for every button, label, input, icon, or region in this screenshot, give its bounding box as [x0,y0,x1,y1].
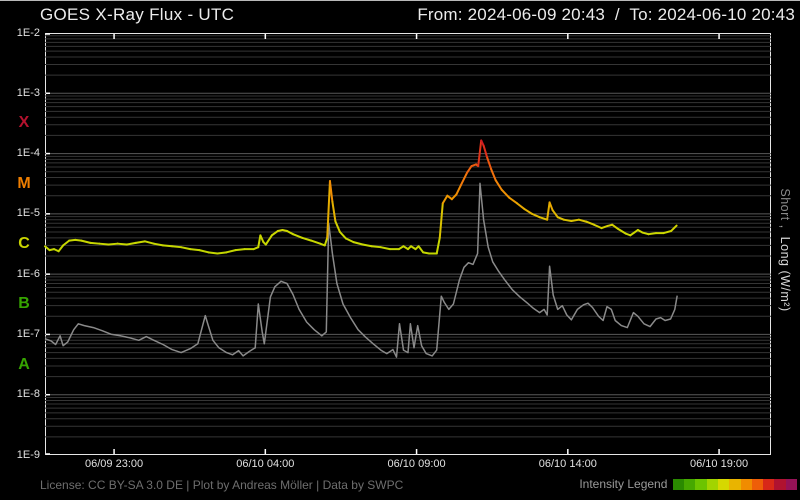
intensity-legend-swatch [763,478,775,490]
long-flux-curve [662,229,673,235]
intensity-legend-swatch [695,478,707,490]
long-flux-curve [171,245,183,249]
y-axis-label: 1E-3 [16,86,40,99]
long-flux-curve [570,218,580,223]
long-flux-curve [216,251,228,255]
y-axis-label: 1E-2 [16,26,40,39]
long-flux-curve [331,200,337,223]
long-flux-curve [629,228,639,237]
long-flux-curve [189,248,201,252]
long-flux-curve [198,249,210,254]
long-flux-curve [286,229,295,236]
long-flux-curve [80,239,92,244]
y-axis-label: 1E-8 [16,388,40,401]
long-flux-curve [180,246,192,251]
intensity-legend-swatch [684,478,696,490]
long-series-label: Long (W/m²) [778,236,792,312]
right-axis-separator: , [778,220,792,237]
flare-class-label-b: B [18,295,30,313]
long-flux-curve [523,208,534,215]
x-axis-label: 06/10 09:00 [387,458,446,470]
long-flux-curve [125,241,137,246]
long-flux-curve [161,244,174,248]
chart-canvas [44,33,771,455]
y-axis-label: 1E-9 [16,448,40,461]
long-flux-curve [98,242,110,246]
long-flux-curve [328,180,334,203]
short-flux-curve [44,182,678,358]
long-flux-curve [57,244,65,253]
long-flux-curve [310,239,322,245]
long-flux-curve [417,245,425,254]
long-flux-curve [352,241,364,246]
long-flux-curve [225,249,237,254]
intensity-legend-swatch [740,478,752,490]
intensity-legend-swatch [717,478,730,490]
intensity-legend-swatch [729,478,741,490]
long-flux-curve [62,239,71,247]
long-flux-curve [455,184,462,196]
long-flux-curve [490,168,497,182]
long-flux-curve [89,241,101,245]
long-flux-curve [264,234,273,246]
long-flux-curve [361,243,373,248]
x-axis-label: 06/10 14:00 [538,458,597,470]
y-axis-label: 1E-6 [16,267,40,280]
x-axis-label: 06/09 23:00 [85,458,144,470]
long-flux-curve [617,228,627,235]
intensity-legend-swatch [751,478,764,490]
intensity-legend-swatch [706,478,718,490]
intensity-legend-swatch [774,478,786,490]
long-flux-curve [459,171,468,187]
intensity-legend-swatches [672,478,797,490]
long-flux-curve [515,202,526,211]
long-flux-curve [207,251,219,255]
long-flux-curve [134,240,146,244]
long-flux-curve [370,245,382,249]
intensity-legend-swatch [785,478,797,490]
long-flux-curve [259,234,265,244]
intensity-legend: Intensity Legend [579,477,797,491]
long-flux-curve [379,246,391,251]
long-flux-curve [323,236,329,247]
x-axis-label: 06/10 19:00 [690,458,749,470]
long-flux-curve [647,232,658,236]
y-axis-label: 1E-4 [16,147,40,160]
long-flux-curve [143,240,155,245]
flare-class-label-x: X [18,114,30,132]
long-flux-curve [234,248,246,252]
intensity-legend-label: Intensity Legend [579,477,671,491]
license-text: License: CC BY-SA 3.0 DE | Plot by Andre… [40,478,404,492]
goes-xray-flux-page: GOES X-Ray Flux - UTC From: 2024-06-09 2… [0,0,800,500]
long-flux-curve [670,224,678,232]
long-flux-curve [508,196,518,205]
flare-class-label-a: A [18,355,30,373]
long-flux-curve [116,242,128,246]
long-flux-curve [107,242,119,246]
long-flux-curve [585,220,596,226]
long-flux-curve [344,237,355,244]
long-flux-curve [500,188,511,199]
long-flux-curve [438,202,444,239]
intensity-legend-swatch [672,478,685,490]
flare-class-label-m: M [17,174,31,192]
flare-class-label-c: C [18,235,30,252]
y-axis-label: 1E-5 [16,207,40,220]
long-flux-curve [562,218,573,223]
short-series-label: Short [778,188,792,221]
right-axis-title: Short , Long (W/m²) [778,188,792,311]
long-flux-curve [292,233,304,239]
x-axis-label: 06/10 04:00 [236,458,295,470]
long-flux-curve [548,201,554,212]
long-flux-curve [441,194,449,205]
y-axis-label: 1E-7 [16,327,40,340]
